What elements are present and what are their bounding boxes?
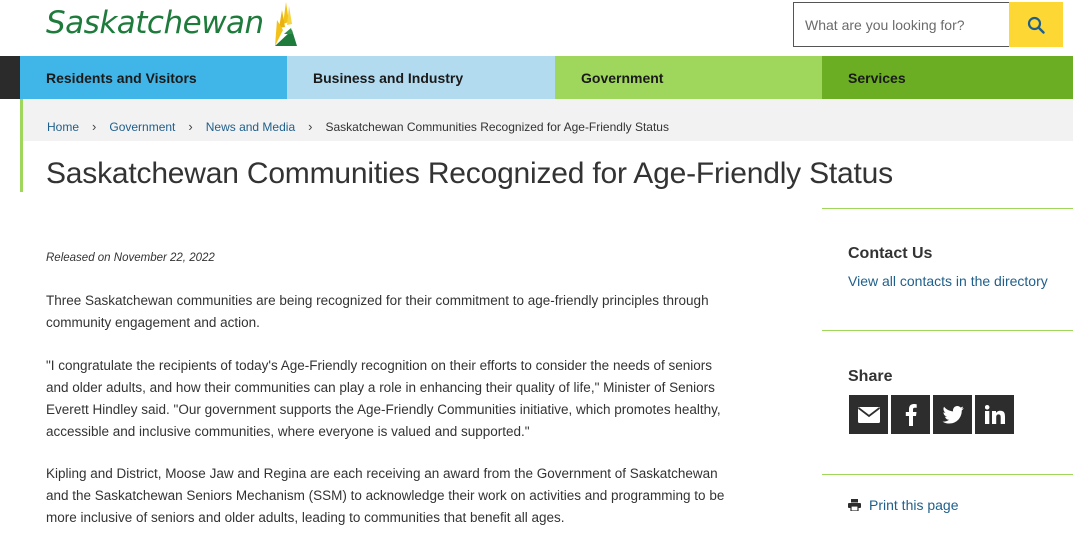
page-title: Saskatchewan Communities Recognized for …: [46, 157, 893, 190]
nav-item-label: Residents and Visitors: [46, 69, 197, 86]
share-email-button[interactable]: [849, 395, 888, 434]
share-heading: Share: [848, 368, 893, 385]
nav-item-business[interactable]: Business and Industry: [287, 56, 555, 99]
share-twitter-button[interactable]: [933, 395, 972, 434]
share-linkedin-button[interactable]: [975, 395, 1014, 434]
breadcrumb-separator: ›: [188, 119, 193, 134]
linkedin-icon: [984, 405, 1005, 424]
sidebar-divider: [822, 330, 1073, 331]
breadcrumb-separator: ›: [308, 119, 313, 134]
article-paragraph: Kipling and District, Moose Jaw and Regi…: [46, 466, 725, 525]
sidebar-divider: [822, 208, 1073, 209]
search-bar: [793, 2, 1063, 47]
sidebar-divider: [822, 474, 1073, 475]
nav-item-label: Government: [581, 69, 664, 86]
wheat-sheaf-logo-icon: [274, 2, 297, 46]
breadcrumb: Home › Government › News and Media › Sas…: [47, 119, 669, 134]
release-date: Released on November 22, 2022: [46, 252, 215, 264]
search-input[interactable]: [793, 2, 1009, 47]
print-page-link[interactable]: Print this page: [848, 497, 959, 513]
email-icon: [857, 406, 880, 423]
share-buttons: [849, 395, 1014, 434]
breadcrumb-news-and-media[interactable]: News and Media: [206, 120, 295, 134]
printer-icon: [848, 499, 861, 511]
breadcrumb-government[interactable]: Government: [109, 120, 175, 134]
article-paragraph: Three Saskatchewan communities are being…: [46, 293, 709, 330]
twitter-icon: [942, 405, 964, 424]
article-paragraph: "I congratulate the recipients of today'…: [46, 358, 721, 439]
breadcrumb-separator: ›: [92, 119, 97, 134]
search-button[interactable]: [1009, 2, 1063, 47]
nav-item-label: Business and Industry: [313, 69, 464, 86]
contact-us-heading: Contact Us: [848, 245, 933, 262]
print-page-label: Print this page: [869, 497, 959, 513]
facebook-icon: [905, 403, 917, 426]
breadcrumb-home[interactable]: Home: [47, 120, 79, 134]
nav-item-services[interactable]: Services: [822, 56, 1073, 99]
title-accent-rule: [20, 99, 23, 192]
nav-item-residents[interactable]: Residents and Visitors: [20, 56, 287, 99]
search-icon: [1027, 16, 1045, 34]
logo-wordmark: Saskatchewan: [46, 5, 264, 41]
contacts-directory-link[interactable]: View all contacts in the directory: [848, 273, 1048, 289]
nav-left-edge: [0, 56, 20, 99]
nav-item-label: Services: [848, 69, 906, 86]
share-facebook-button[interactable]: [891, 395, 930, 434]
site-header: Saskatchewan: [0, 0, 1073, 56]
saskatchewan-logo[interactable]: Saskatchewan: [46, 0, 298, 48]
breadcrumb-current: Saskatchewan Communities Recognized for …: [325, 119, 669, 134]
main-navigation: Residents and Visitors Business and Indu…: [0, 56, 1073, 108]
